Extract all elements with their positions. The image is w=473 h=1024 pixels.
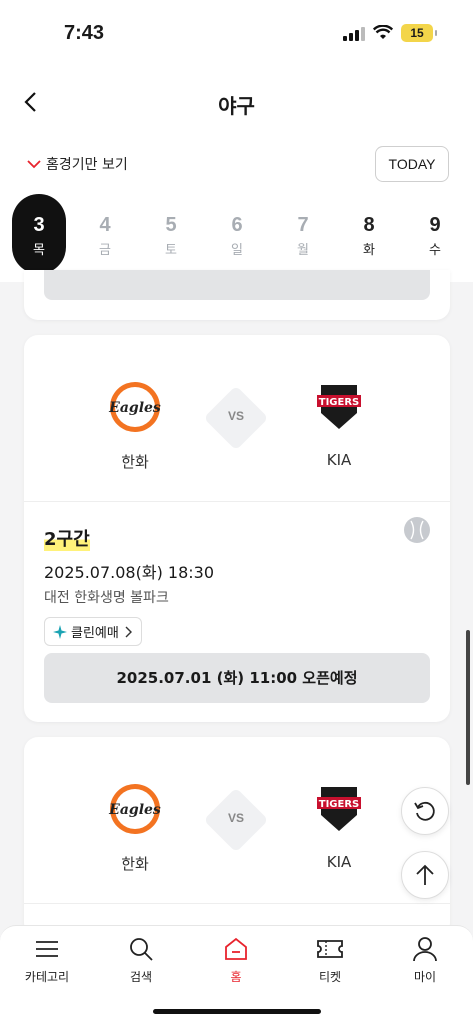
game-card-partial [24, 270, 450, 320]
refresh-icon [414, 801, 435, 821]
home-team: Eagles 한화 [80, 781, 190, 874]
nav-ticket[interactable]: 티켓 [290, 936, 370, 985]
status-icons: 15 [343, 24, 437, 42]
matchup: Eagles 한화 VS TIGERS KIA [24, 737, 450, 904]
header: 야구 [0, 70, 473, 136]
tigers-logo-text: TIGERS [319, 397, 359, 408]
arrow-up-icon [416, 864, 434, 885]
date-item[interactable]: 7 월 [276, 194, 330, 274]
eagles-logo-text: Eagles [108, 400, 161, 416]
open-schedule-button[interactable]: 2025.07.01 (화) 11:00 오픈예정 [44, 653, 430, 703]
date-item[interactable]: 3 목 [12, 194, 66, 274]
nav-ticket-label: 티켓 [318, 970, 342, 984]
nav-home-label: 홈 [230, 970, 242, 984]
eagles-logo: Eagles [108, 784, 161, 834]
signal-icon [343, 25, 365, 41]
date-weekday: 금 [99, 243, 111, 258]
nav-my-label: 마이 [413, 970, 437, 984]
home-team-name: 한화 [121, 453, 149, 471]
nav-home[interactable]: 홈 [196, 936, 276, 985]
game-card[interactable]: Eagles 한화 VS TIGERS KIA 2구간 2025.07.08(화… [24, 335, 450, 722]
nav-category[interactable]: 카테고리 [7, 936, 87, 985]
date-number: 9 [429, 214, 441, 236]
date-weekday: 월 [297, 243, 309, 258]
away-team-name: KIA [326, 451, 352, 469]
date-number: 8 [363, 214, 375, 236]
date-item[interactable]: 4 금 [78, 194, 132, 274]
clean-ticket-label: 클린예매 [71, 626, 119, 641]
chevron-right-icon [125, 626, 132, 637]
tigers-logo: TIGERS [317, 385, 361, 429]
away-team: TIGERS KIA [284, 781, 394, 871]
away-team: TIGERS KIA [284, 379, 394, 469]
menu-icon [36, 941, 58, 957]
away-team-name: KIA [326, 853, 352, 871]
today-button[interactable]: TODAY [375, 146, 449, 182]
matchup: Eagles 한화 VS TIGERS KIA [24, 335, 450, 502]
eagles-logo: Eagles [108, 382, 161, 432]
date-weekday: 화 [363, 243, 375, 258]
search-icon [130, 938, 153, 961]
date-number: 7 [297, 214, 309, 236]
venue: 대전 한화생명 볼파크 [44, 590, 169, 606]
home-indicator [153, 1009, 321, 1014]
sparkle-icon [53, 624, 67, 639]
filter-row: 홈경기만 보기 TODAY [0, 136, 473, 192]
scrollbar[interactable] [466, 630, 470, 785]
game-info: 2구간 2025.07.08(화) 18:30 대전 한화생명 볼파크 클린예매 [44, 525, 430, 646]
date-number: 3 [33, 214, 45, 236]
tigers-logo: TIGERS [317, 787, 361, 831]
ticket-icon [317, 940, 343, 958]
date-item[interactable]: 8 화 [342, 194, 396, 274]
date-weekday: 목 [33, 243, 45, 258]
open-schedule-button[interactable] [44, 270, 430, 300]
home-team-name: 한화 [121, 855, 149, 873]
nav-my[interactable]: 마이 [385, 936, 465, 985]
nav-search-label: 검색 [129, 970, 153, 984]
clean-ticket-button[interactable]: 클린예매 [44, 617, 142, 646]
home-only-toggle[interactable]: 홈경기만 보기 [26, 154, 128, 174]
vs-label: VS [227, 811, 244, 825]
date-weekday: 수 [429, 243, 441, 258]
date-weekday: 토 [165, 243, 177, 258]
scroll-top-button[interactable] [401, 851, 449, 899]
tigers-logo-text: TIGERS [319, 799, 359, 810]
date-number: 6 [231, 214, 243, 236]
wifi-icon [373, 25, 393, 39]
date-strip: 3 목 4 금 5 토 6 일 7 월 8 화 9 수 [0, 192, 473, 282]
round-label: 2구간 [44, 525, 90, 551]
date-item[interactable]: 6 일 [210, 194, 264, 274]
home-only-label: 홈경기만 보기 [46, 157, 128, 173]
nav-category-label: 카테고리 [24, 970, 70, 984]
nav-search[interactable]: 검색 [101, 936, 181, 985]
date-number: 4 [99, 214, 111, 236]
user-icon [413, 937, 437, 962]
game-datetime: 2025.07.08(화) 18:30 [44, 563, 215, 582]
game-card[interactable]: Eagles 한화 VS TIGERS KIA [24, 737, 450, 937]
vs-label: VS [227, 409, 244, 423]
status-time: 7:43 [64, 22, 105, 44]
date-number: 5 [165, 214, 177, 236]
eagles-logo-text: Eagles [108, 802, 161, 818]
date-weekday: 일 [231, 243, 243, 258]
page-title: 야구 [218, 94, 255, 118]
home-icon [225, 937, 247, 960]
date-item[interactable]: 9 수 [408, 194, 462, 274]
date-item[interactable]: 5 토 [144, 194, 198, 274]
status-bar: 7:43 15 [0, 0, 473, 70]
check-icon [27, 160, 41, 169]
refresh-button[interactable] [401, 787, 449, 835]
home-team: Eagles 한화 [80, 379, 190, 472]
battery-icon: 15 [401, 24, 437, 42]
